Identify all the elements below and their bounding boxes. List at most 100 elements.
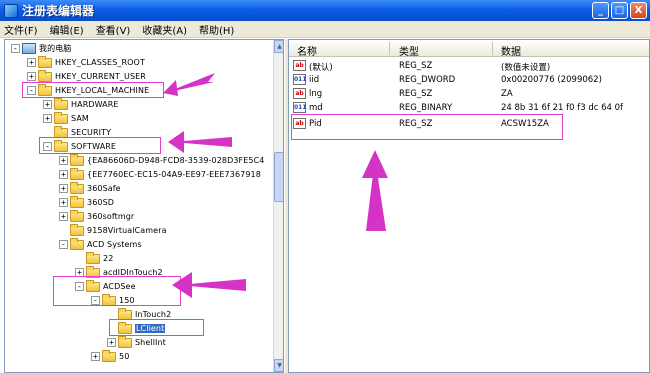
value-data: ZA [501,89,513,99]
column-header-name[interactable]: 名称 [297,43,317,58]
tree-node-360sd[interactable]: + 360SD [59,195,114,209]
value-type: REG_BINARY [399,103,453,113]
collapse-icon[interactable]: - [11,44,20,53]
column-separator[interactable] [492,42,493,55]
column-header-data[interactable]: 数据 [501,43,521,58]
close-button[interactable]: X [630,2,647,19]
folder-icon [38,55,52,68]
minimize-button[interactable]: _ [592,2,609,19]
maximize-button[interactable]: □ [611,2,628,19]
list-header: 名称 类型 数据 [289,40,649,58]
tree-vertical-scrollbar[interactable]: ▲ ▼ [273,40,283,372]
tree-node-22[interactable]: 22 [75,251,114,265]
expand-icon[interactable]: + [27,58,36,67]
folder-icon [102,349,116,362]
column-separator[interactable] [389,42,390,55]
tree-node-acd-systems[interactable]: - ACD Systems [59,237,142,251]
tree-node-label: HARDWARE [71,100,119,109]
expand-icon[interactable]: + [59,156,68,165]
expand-icon[interactable]: + [59,184,68,193]
tree-node-label: HKEY_CLASSES_ROOT [55,58,145,67]
tree-node-label: {EA86606D-D948-FCD8-3539-028D3FE5C4 [87,156,265,165]
tree-node-label: ShellInt [135,338,166,347]
folder-icon [118,335,132,348]
folder-icon [54,125,68,138]
value-type: REG_SZ [399,89,433,99]
expand-icon[interactable]: + [59,170,68,179]
tree-node-label: 360Safe [87,184,121,193]
value-row-default[interactable]: ab (默认) REG_SZ (数值未设置) [289,59,649,73]
tree-node-sam[interactable]: + SAM [43,111,89,125]
collapse-icon[interactable]: - [59,240,68,249]
tree-node-my-computer[interactable]: - 我的电脑 [11,42,71,55]
tree-node-hkcr[interactable]: + HKEY_CLASSES_ROOT [27,55,145,69]
binary-value-icon: 011 [293,102,307,113]
folder-icon [54,111,68,124]
folder-icon [70,237,84,250]
menu-bar: 文件(F) 编辑(E) 查看(V) 收藏夹(A) 帮助(H) [0,21,650,38]
tree-node-label: SECURITY [71,128,112,137]
expand-icon[interactable]: + [59,212,68,221]
tree-node-label: InTouch2 [135,310,172,319]
registry-values-pane[interactable]: 名称 类型 数据 ab (默认) REG_SZ (数值未设置) 011 iid … [288,39,650,373]
tree-node-shellint[interactable]: + ShellInt [107,335,166,349]
computer-icon [22,43,36,54]
value-name: lng [309,89,323,99]
scrollbar-thumb[interactable] [274,152,283,202]
tree-node-label: SAM [71,114,89,123]
value-data: 24 8b 31 6f 21 f0 f3 dc 64 0f [501,103,624,113]
tree-node-9158virtualcamera[interactable]: 9158VirtualCamera [59,223,167,237]
tree-node-50[interactable]: + 50 [91,349,129,363]
expand-icon[interactable]: + [91,352,100,361]
scroll-up-arrow-icon[interactable]: ▲ [274,40,283,53]
folder-icon [70,209,84,222]
binary-value-icon: 011 [293,74,307,85]
folder-icon [70,153,84,166]
expand-icon[interactable]: + [59,198,68,207]
highlight-box-software [39,137,161,154]
folder-icon [70,223,84,236]
menu-help[interactable]: 帮助(H) [193,22,240,37]
menu-favorites[interactable]: 收藏夹(A) [136,22,193,37]
menu-edit[interactable]: 编辑(E) [44,22,90,37]
expand-icon[interactable]: + [27,72,36,81]
window-controls: _ □ X [592,2,647,19]
value-type: REG_SZ [399,61,433,71]
string-value-icon: ab [293,88,306,99]
folder-icon [54,97,68,110]
tree-node-label: 22 [103,254,114,263]
tree-node-label: 9158VirtualCamera [87,226,167,235]
tree-node-label: ACD Systems [87,240,142,249]
title-bar: 注册表编辑器 _ □ X [0,0,650,21]
tree-node-guid-1[interactable]: + {EA86606D-D948-FCD8-3539-028D3FE5C4 [59,153,265,167]
tree-node-guid-2[interactable]: + {EE7760EC-EC15-04A9-EE97-EEE7367918 [59,167,261,181]
tree-node-360softmgr[interactable]: + 360softmgr [59,209,134,223]
value-name: (默认) [309,63,333,73]
highlight-box-acdsee [53,276,181,306]
column-header-type[interactable]: 类型 [399,43,419,58]
scroll-down-arrow-icon[interactable]: ▼ [274,359,283,372]
expand-icon[interactable]: + [107,338,116,347]
value-row-iid[interactable]: 011 iid REG_DWORD 0x00200776 (2099062) [289,73,649,87]
folder-icon [70,195,84,208]
tree-node-label: {EE7760EC-EC15-04A9-EE97-EEE7367918 [87,170,261,179]
folder-icon [86,251,100,264]
highlight-box-pid [291,114,563,140]
menu-file[interactable]: 文件(F) [0,22,44,37]
value-row-md[interactable]: 011 md REG_BINARY 24 8b 31 6f 21 f0 f3 d… [289,101,649,115]
folder-icon [38,69,52,82]
value-data: (数值未设置) [501,63,551,73]
tree-node-360safe[interactable]: + 360Safe [59,181,121,195]
string-value-icon: ab [293,60,306,71]
regedit-app-icon [4,3,18,18]
folder-icon [70,167,84,180]
tree-node-hardware[interactable]: + HARDWARE [43,97,119,111]
registry-tree-pane[interactable]: - 我的电脑 + HKEY_CLASSES_ROOT + HKEY_CURREN… [4,39,284,373]
menu-view[interactable]: 查看(V) [90,22,137,37]
highlight-box-hklm [22,82,164,98]
expand-icon[interactable]: + [43,100,52,109]
expand-icon[interactable]: + [43,114,52,123]
value-row-lng[interactable]: ab lng REG_SZ ZA [289,87,649,101]
